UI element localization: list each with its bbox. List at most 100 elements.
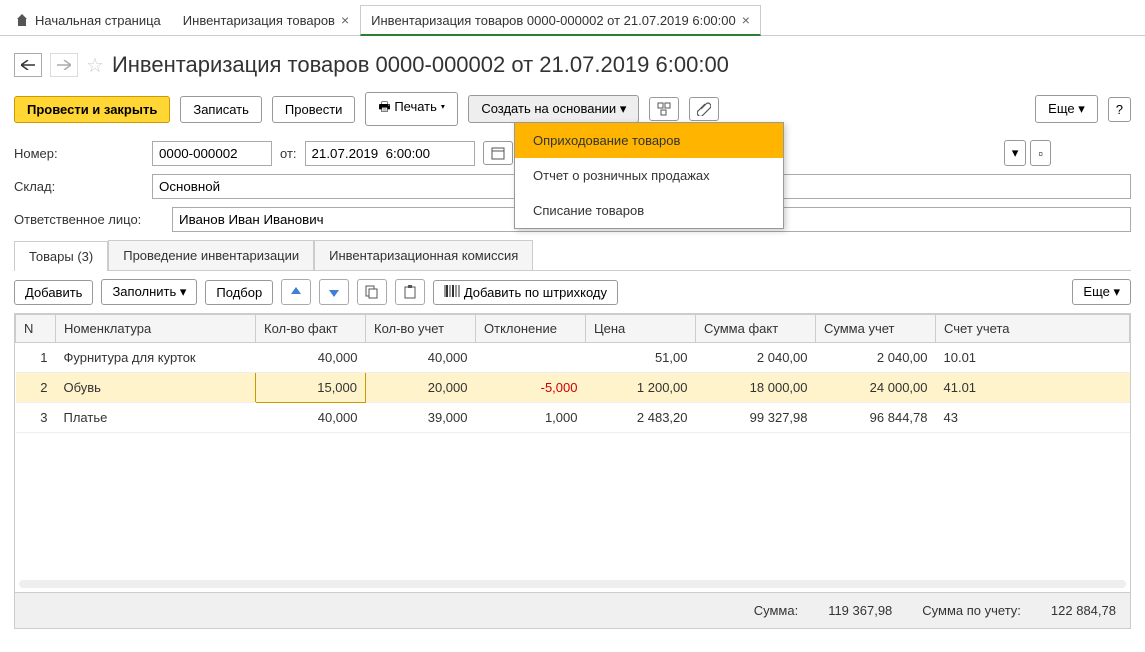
copy-icon xyxy=(365,285,379,299)
arrow-down-icon xyxy=(328,286,340,298)
cell[interactable]: 2 483,20 xyxy=(586,403,696,433)
tab-label: Начальная страница xyxy=(35,13,161,28)
table-row[interactable]: 1Фурнитура для курток40,00040,00051,002 … xyxy=(16,343,1130,373)
save-button[interactable]: Записать xyxy=(180,96,262,123)
cell[interactable]: -5,000 xyxy=(476,373,586,403)
cell[interactable]: 40,000 xyxy=(256,343,366,373)
cell[interactable] xyxy=(476,343,586,373)
add-button[interactable]: Добавить xyxy=(14,280,93,305)
cell[interactable]: 18 000,00 xyxy=(696,373,816,403)
cell[interactable]: 40,000 xyxy=(366,343,476,373)
page-title: Инвентаризация товаров 0000-000002 от 21… xyxy=(112,52,729,78)
close-icon[interactable]: × xyxy=(341,12,349,28)
tab-commission[interactable]: Инвентаризационная комиссия xyxy=(314,240,533,270)
create-based-button[interactable]: Создать на основании ▾ xyxy=(468,95,639,123)
cell[interactable]: 10.01 xyxy=(936,343,1130,373)
move-up-button[interactable] xyxy=(281,279,311,305)
horizontal-scrollbar[interactable] xyxy=(19,580,1126,588)
more-label: Еще xyxy=(1048,101,1074,116)
close-icon[interactable]: × xyxy=(742,12,750,28)
cell[interactable]: 99 327,98 xyxy=(696,403,816,433)
sum-label: Сумма: xyxy=(754,603,798,618)
paste-icon xyxy=(403,285,417,299)
cell[interactable]: Фурнитура для курток xyxy=(56,343,256,373)
dropdown-item-writeoff[interactable]: Списание товаров xyxy=(515,193,783,228)
sum-acct-label: Сумма по учету: xyxy=(922,603,1021,618)
totals-bar: Сумма: 119 367,98 Сумма по учету: 122 88… xyxy=(14,593,1131,629)
col-sumacct[interactable]: Сумма учет xyxy=(816,315,936,343)
col-acct[interactable]: Кол-во учет xyxy=(366,315,476,343)
cell[interactable]: 20,000 xyxy=(366,373,476,403)
nav-forward-button[interactable] xyxy=(50,53,78,77)
calendar-icon xyxy=(491,146,505,160)
dropdown-item-retail-report[interactable]: Отчет о розничных продажах xyxy=(515,158,783,193)
number-field[interactable] xyxy=(152,141,272,166)
create-based-label: Создать на основании xyxy=(481,101,616,116)
create-based-dropdown: Оприходование товаров Отчет о розничных … xyxy=(514,122,784,229)
cell[interactable]: 1 xyxy=(16,343,56,373)
table-row[interactable]: 2Обувь15,00020,000-5,0001 200,0018 000,0… xyxy=(16,373,1130,403)
cell[interactable]: 3 xyxy=(16,403,56,433)
print-button[interactable]: 🖶 Печать ▾ xyxy=(365,92,458,126)
col-sumfact[interactable]: Сумма факт xyxy=(696,315,816,343)
structure-button[interactable] xyxy=(649,97,679,121)
cell[interactable]: 41.01 xyxy=(936,373,1130,403)
arrow-up-icon xyxy=(290,286,302,298)
grid-more-button[interactable]: Еще ▾ xyxy=(1072,279,1131,305)
help-button[interactable]: ? xyxy=(1108,97,1131,122)
cell[interactable]: 1 200,00 xyxy=(586,373,696,403)
cell[interactable]: 43 xyxy=(936,403,1130,433)
col-n[interactable]: N xyxy=(16,315,56,343)
barcode-icon xyxy=(444,285,460,297)
number-label: Номер: xyxy=(14,146,144,161)
cell[interactable]: 2 040,00 xyxy=(696,343,816,373)
table-row[interactable]: 3Платье40,00039,0001,0002 483,2099 327,9… xyxy=(16,403,1130,433)
paste-button[interactable] xyxy=(395,279,425,305)
post-close-button[interactable]: Провести и закрыть xyxy=(14,96,170,123)
col-dev[interactable]: Отклонение xyxy=(476,315,586,343)
cell[interactable]: 2 040,00 xyxy=(816,343,936,373)
cell[interactable]: 96 844,78 xyxy=(816,403,936,433)
tab-inventory-doc[interactable]: Инвентаризация товаров 0000-000002 от 21… xyxy=(360,5,761,36)
barcode-label: Добавить по штрихкоду xyxy=(464,285,607,300)
copy-button[interactable] xyxy=(357,279,387,305)
cell[interactable]: 24 000,00 xyxy=(816,373,936,403)
open-button[interactable]: ▫ xyxy=(1030,140,1051,166)
post-button[interactable]: Провести xyxy=(272,96,356,123)
warehouse-label: Склад: xyxy=(14,179,144,194)
attach-button[interactable] xyxy=(689,97,719,121)
cell[interactable]: 1,000 xyxy=(476,403,586,433)
col-price[interactable]: Цена xyxy=(586,315,696,343)
pick-button[interactable]: Подбор xyxy=(205,280,273,305)
cell[interactable]: Обувь xyxy=(56,373,256,403)
col-account[interactable]: Счет учета xyxy=(936,315,1130,343)
tab-goods[interactable]: Товары (3) xyxy=(14,241,108,271)
col-name[interactable]: Номенклатура xyxy=(56,315,256,343)
dropdown-toggle[interactable]: ▾ xyxy=(1004,140,1027,166)
main-toolbar: Провести и закрыть Записать Провести 🖶 П… xyxy=(14,92,1131,126)
cell[interactable]: Платье xyxy=(56,403,256,433)
move-down-button[interactable] xyxy=(319,279,349,305)
tab-label: Инвентаризация товаров 0000-000002 от 21… xyxy=(371,13,736,28)
barcode-button[interactable]: Добавить по штрихкоду xyxy=(433,280,618,305)
cell[interactable]: 39,000 xyxy=(366,403,476,433)
cell[interactable]: 40,000 xyxy=(256,403,366,433)
from-label: от: xyxy=(280,146,297,161)
col-fact[interactable]: Кол-во факт xyxy=(256,315,366,343)
print-label: Печать xyxy=(394,99,437,114)
nav-back-button[interactable] xyxy=(14,53,42,77)
tab-home[interactable]: Начальная страница xyxy=(4,4,172,35)
calendar-button[interactable] xyxy=(483,141,513,165)
more-button[interactable]: Еще ▾ xyxy=(1035,95,1098,123)
tab-procedure[interactable]: Проведение инвентаризации xyxy=(108,240,314,270)
dropdown-item-receipt[interactable]: Оприходование товаров xyxy=(515,123,783,158)
grid-toolbar: Добавить Заполнить ▾ Подбор Добавить по … xyxy=(14,271,1131,313)
tab-inventory-list[interactable]: Инвентаризация товаров × xyxy=(172,4,360,35)
cell[interactable]: 51,00 xyxy=(586,343,696,373)
date-field[interactable] xyxy=(305,141,475,166)
app-tabs: Начальная страница Инвентаризация товаро… xyxy=(0,0,1145,36)
favorite-icon[interactable]: ☆ xyxy=(86,53,104,78)
cell[interactable]: 2 xyxy=(16,373,56,403)
cell[interactable]: 15,000 xyxy=(256,373,366,403)
fill-button[interactable]: Заполнить ▾ xyxy=(101,279,197,305)
